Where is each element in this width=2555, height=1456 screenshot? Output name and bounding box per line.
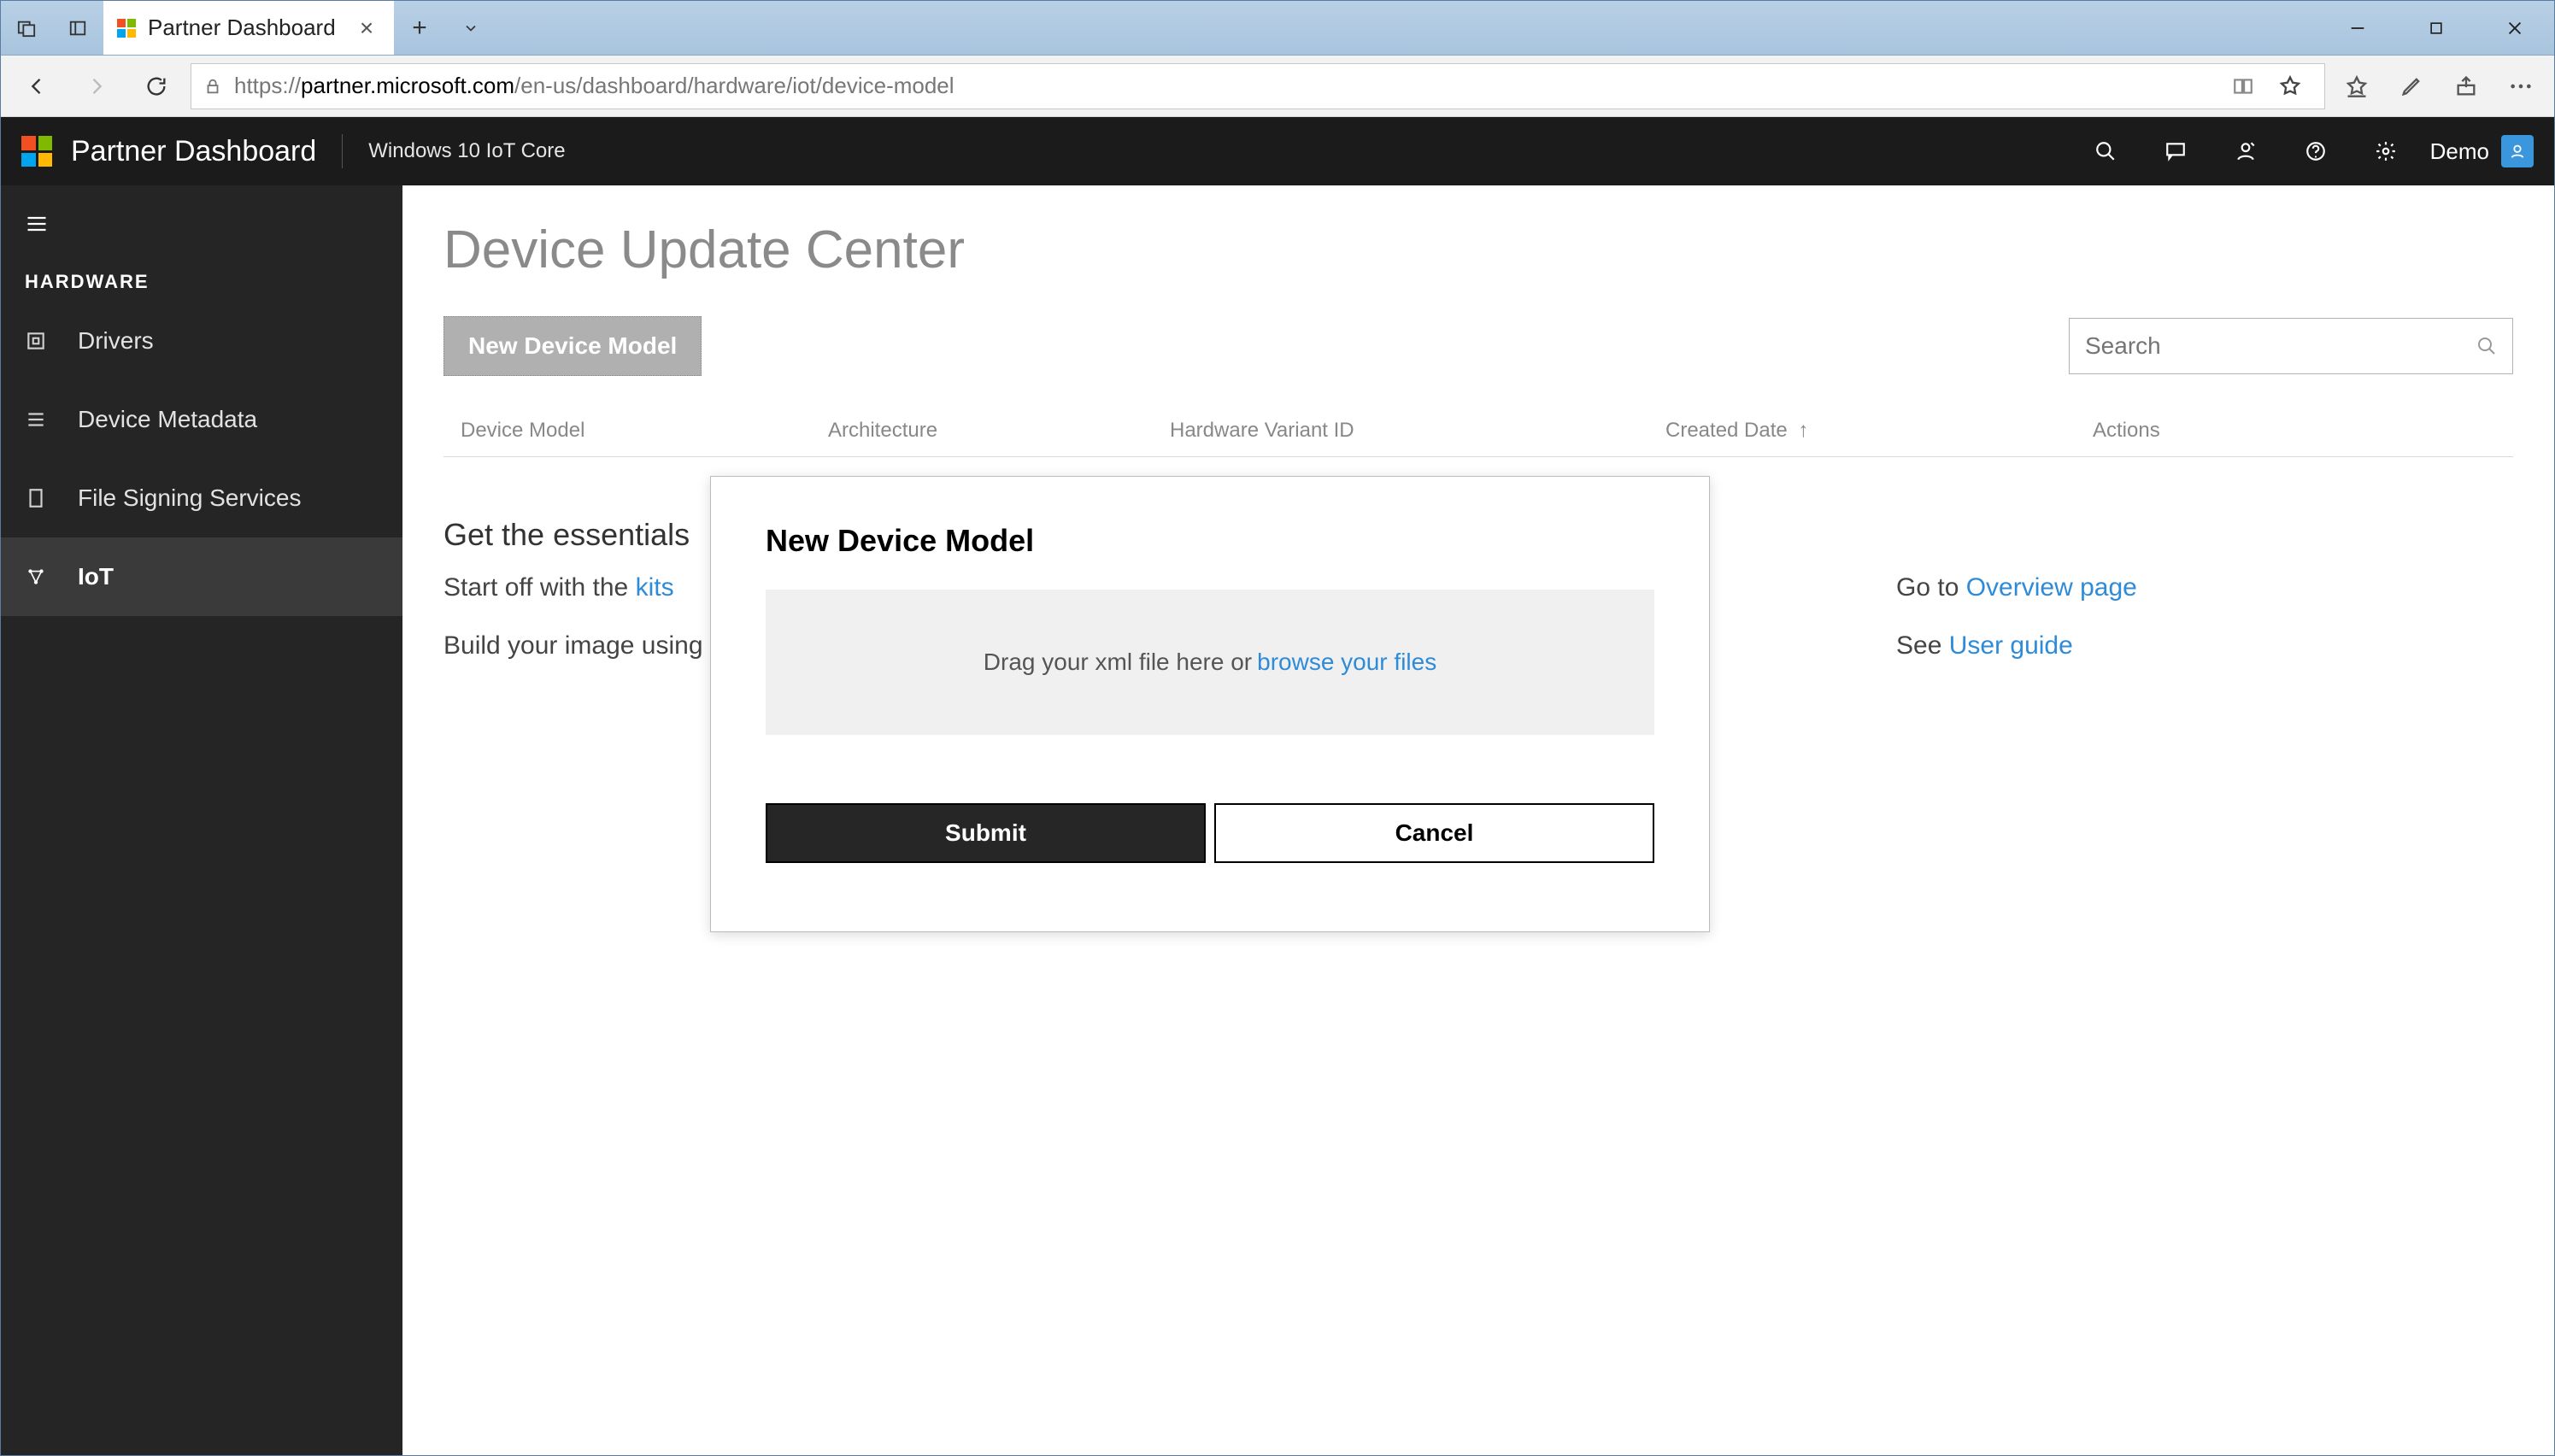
header-person-icon[interactable] [2220,126,2271,177]
iot-icon [25,566,54,588]
user-name: Demo [2430,138,2489,165]
page-title: Device Update Center [443,220,2513,280]
kits-link[interactable]: kits [636,573,674,602]
more-icon[interactable] [2498,63,2544,109]
dialog-title: New Device Model [766,523,1654,559]
header-divider [342,134,343,168]
sort-arrow-icon: ↑ [1798,419,1808,442]
browser-tab[interactable]: Partner Dashboard × [103,1,394,55]
browser-window: Partner Dashboard × + [0,0,2555,1456]
header-help-icon[interactable] [2290,126,2341,177]
nav-forward-button[interactable] [71,61,122,112]
sidebar-item-iot[interactable]: IoT [1,537,402,616]
notes-icon[interactable] [2388,63,2435,109]
header-search-icon[interactable] [2080,126,2131,177]
col-architecture[interactable]: Architecture [828,419,1170,443]
sidebar-item-device-metadata[interactable]: Device Metadata [1,380,402,459]
browse-files-link[interactable]: browse your files [1257,649,1436,676]
table-header-row: Device Model Architecture Hardware Varia… [443,408,2513,457]
header-chat-icon[interactable] [2150,126,2201,177]
col-created-date[interactable]: Created Date ↑ [1665,419,2093,443]
app-title[interactable]: Partner Dashboard [71,135,316,168]
filesign-icon [25,487,54,509]
sidebar-item-label: File Signing Services [78,484,301,512]
metadata-icon [25,408,54,431]
hamburger-icon[interactable] [1,194,402,254]
main-content: Device Update Center New Device Model De… [402,185,2554,1455]
new-device-model-button[interactable]: New Device Model [443,316,702,376]
app-body: HARDWARE Drivers Device Metadata File Si… [1,185,2554,1455]
user-guide-link[interactable]: User guide [1949,631,2073,660]
sidebar-section-header: HARDWARE [1,254,402,302]
col-hardware-variant-id[interactable]: Hardware Variant ID [1170,419,1665,443]
sidebar-item-label: Drivers [78,327,154,355]
sidebar: HARDWARE Drivers Device Metadata File Si… [1,185,402,1455]
user-avatar-icon [2501,135,2534,167]
drivers-icon [25,330,54,352]
toolbar: New Device Model [443,316,2513,376]
url-box[interactable]: https://partner.microsoft.com/en-us/dash… [191,63,2325,109]
nav-back-button[interactable] [11,61,62,112]
tab-aside-icon[interactable] [52,19,103,38]
file-dropzone[interactable]: Drag your xml file here or browse your f… [766,590,1654,735]
microsoft-logo-icon [21,136,52,167]
search-input[interactable] [2085,332,2476,360]
tab-actions-icon[interactable] [1,19,52,38]
lock-icon [203,77,222,96]
favorites-hub-icon[interactable] [2334,63,2380,109]
search-box[interactable] [2069,318,2513,374]
url-text: https://partner.microsoft.com/en-us/dash… [234,73,2220,99]
overview-page-link[interactable]: Overview page [1966,573,2137,602]
app-context[interactable]: Windows 10 IoT Core [368,139,565,163]
share-icon[interactable] [2443,63,2489,109]
new-tab-button[interactable]: + [394,1,445,55]
nav-refresh-button[interactable] [131,61,182,112]
tab-dropdown-icon[interactable] [445,1,496,55]
cancel-button[interactable]: Cancel [1214,803,1654,863]
window-maximize-button[interactable] [2397,1,2476,55]
titlebar: Partner Dashboard × + [1,1,2554,56]
reading-view-icon[interactable] [2232,75,2266,97]
address-bar: https://partner.microsoft.com/en-us/dash… [1,56,2554,117]
col-actions[interactable]: Actions [2093,419,2513,443]
search-icon[interactable] [2476,336,2497,356]
favorite-icon[interactable] [2278,74,2312,98]
sidebar-item-file-signing[interactable]: File Signing Services [1,459,402,537]
tab-close-icon[interactable]: × [349,15,384,42]
app-header: Partner Dashboard Windows 10 IoT Core De… [1,117,2554,185]
sidebar-item-label: Device Metadata [78,406,257,433]
new-device-model-dialog: New Device Model Drag your xml file here… [710,476,1710,932]
col-device-model[interactable]: Device Model [461,419,828,443]
sidebar-item-label: IoT [78,563,114,590]
essentials-row2-right: See User guide [1896,631,2073,660]
dialog-buttons: Submit Cancel [766,803,1654,863]
header-user[interactable]: Demo [2430,135,2534,167]
titlebar-left [1,1,103,55]
window-close-button[interactable] [2476,1,2554,55]
tab-title: Partner Dashboard [148,15,338,41]
essentials-row1-right: Go to Overview page [1896,573,2137,602]
submit-button[interactable]: Submit [766,803,1206,863]
tab-favicon [117,19,136,38]
window-minimize-button[interactable] [2318,1,2397,55]
sidebar-item-drivers[interactable]: Drivers [1,302,402,380]
header-settings-icon[interactable] [2360,126,2411,177]
